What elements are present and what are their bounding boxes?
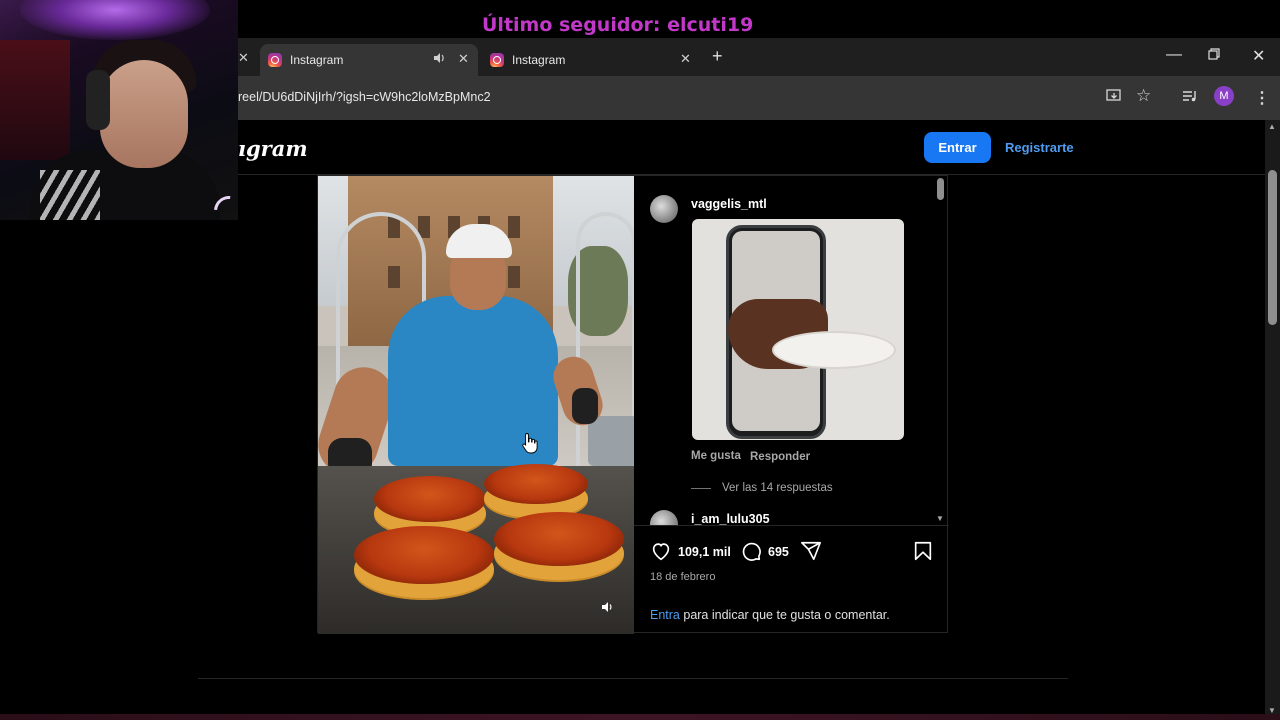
instagram-favicon-icon [268, 53, 282, 67]
heart-icon[interactable] [650, 540, 674, 564]
speaker-icon[interactable] [432, 51, 446, 68]
tab-close-icon[interactable]: ✕ [238, 50, 249, 66]
post-actions: 109,1 mil 695 [650, 540, 940, 564]
comments-scrollbar[interactable]: ▼ [934, 176, 948, 525]
comments-list[interactable]: vaggelis_mtl Me gusta Responder Ver las … [634, 176, 949, 526]
tab-close-icon[interactable]: ✕ [680, 51, 691, 67]
view-replies-link[interactable]: Ver las 14 respuestas [722, 482, 833, 494]
comment-gif [692, 219, 904, 440]
tab-instagram-2[interactable]: Instagram ✕ [490, 44, 695, 76]
sound-icon[interactable] [600, 600, 614, 617]
tab-label: Instagram [290, 53, 344, 67]
tab-label: Instagram [512, 53, 566, 67]
comment-like-link[interactable]: Me gusta [691, 450, 741, 462]
post-date: 18 de febrero [650, 571, 716, 583]
avatar[interactable] [650, 195, 678, 223]
login-button[interactable]: Entrar [924, 132, 991, 163]
footer-divider [198, 678, 1068, 679]
comment-icon[interactable] [740, 540, 764, 564]
taskbar-strip [0, 714, 1280, 720]
save-bookmark-icon[interactable] [912, 540, 936, 564]
media-control-icon[interactable] [1182, 88, 1198, 108]
page-scrollbar[interactable]: ▲ ▼ [1265, 120, 1280, 720]
close-window-icon[interactable]: ✕ [1252, 46, 1265, 66]
comments-count: 695 [768, 545, 789, 559]
restore-icon[interactable] [1208, 47, 1220, 65]
new-tab-icon[interactable]: + [712, 46, 723, 67]
webcam-feed [0, 0, 238, 220]
login-link[interactable]: Entra [650, 608, 680, 622]
url-field[interactable]: reel/DU6dDiNjIrh/?igsh=cW9hc2loMzBpMnc2 [238, 90, 491, 104]
comment-username[interactable]: i_am_lulu305 [691, 512, 770, 525]
signup-link[interactable]: Registrarte [1005, 140, 1074, 155]
replies-divider [691, 488, 711, 489]
address-bar: reel/DU6dDiNjIrh/?igsh=cW9hc2loMzBpMnc2 … [238, 76, 1280, 120]
share-icon[interactable] [800, 540, 824, 564]
reel-post: vaggelis_mtl Me gusta Responder Ver las … [317, 175, 949, 634]
scroll-thumb[interactable] [1268, 170, 1277, 325]
reel-video[interactable] [318, 176, 634, 634]
instagram-favicon-icon [490, 53, 504, 67]
profile-avatar[interactable]: M [1214, 86, 1234, 106]
instagram-header: ıgram Entrar Registrarte [238, 120, 1265, 175]
install-app-icon[interactable] [1106, 88, 1122, 108]
page-viewport: ıgram Entrar Registrarte vaggelis_mtl Me… [198, 120, 1280, 720]
tab-instagram-1[interactable]: Instagram ✕ [260, 44, 478, 76]
comment-username[interactable]: vaggelis_mtl [691, 197, 767, 211]
kebab-menu-icon[interactable]: ⋮ [1254, 88, 1270, 108]
hand-cursor-icon [522, 433, 538, 454]
login-hint-text: para indicar que te gusta o comentar. [679, 608, 890, 622]
login-hint: Entra para indicar que te gusta o coment… [650, 608, 890, 622]
comment-reply-link[interactable]: Responder [750, 451, 810, 463]
scroll-up-arrow[interactable]: ▲ [1268, 122, 1276, 131]
likes-count: 109,1 mil [678, 545, 731, 559]
instagram-logo[interactable]: ıgram [238, 136, 308, 161]
browser-tab-bar: ✕ Instagram ✕ Instagram ✕ + — ✕ [238, 38, 1280, 76]
minimize-icon[interactable]: — [1166, 46, 1182, 64]
last-follower-label: Último seguidor: elcuti19 [482, 14, 754, 36]
bookmark-star-icon[interactable]: ☆ [1136, 86, 1151, 106]
post-side-panel: vaggelis_mtl Me gusta Responder Ver las … [634, 176, 949, 634]
avatar[interactable] [650, 510, 678, 525]
tab-close-icon[interactable]: ✕ [458, 51, 469, 67]
